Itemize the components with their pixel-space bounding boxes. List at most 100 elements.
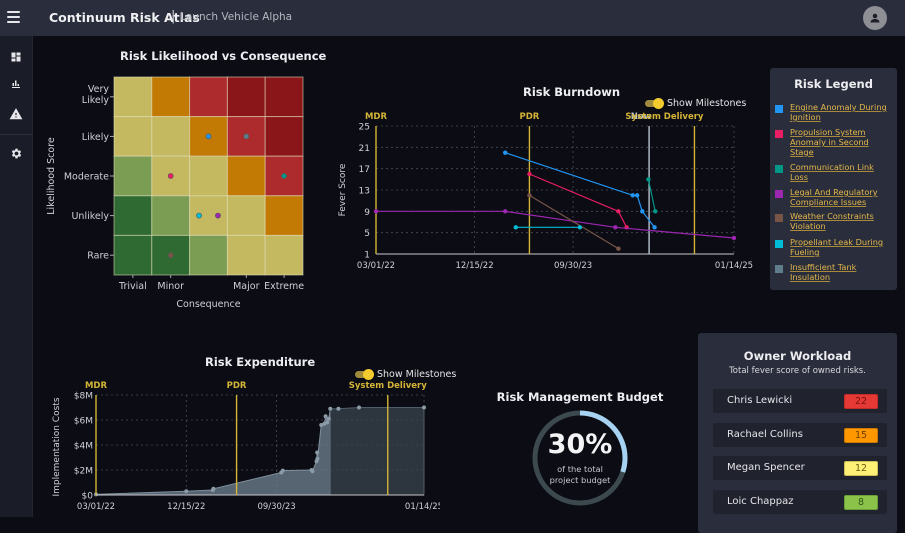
series-point <box>616 209 621 214</box>
heatmap-cell <box>264 234 304 276</box>
owner-score-badge: 12 <box>844 461 878 476</box>
heatmap-cell <box>113 234 153 276</box>
heatmap-point <box>167 173 174 179</box>
owner-row[interactable]: Loic Chappaz 8 <box>713 490 887 514</box>
budget-percent: 30% <box>547 429 613 460</box>
legend-item[interactable]: Legal And Regulatory Compliance Issues <box>775 187 893 207</box>
sidebar-item-charts[interactable] <box>6 74 26 94</box>
legend-label[interactable]: Insufficient Tank Insulation <box>790 262 893 282</box>
sidebar-item-dashboard[interactable] <box>6 47 26 67</box>
series-point <box>652 225 657 230</box>
legend-item[interactable]: Insufficient Tank Insulation <box>775 262 893 282</box>
x-tick-label: 09/30/23 <box>257 502 295 512</box>
legend-swatch <box>775 105 783 113</box>
y-tick-label: 17 <box>359 165 370 175</box>
sidebar-item-risks[interactable] <box>6 104 26 124</box>
legend-item[interactable]: Engine Anomaly During Ignition <box>775 102 893 122</box>
budget-subtitle: of the total project budget <box>530 464 630 486</box>
owner-row[interactable]: Megan Spencer 12 <box>713 456 887 480</box>
legend-label[interactable]: Propulsion System Anomaly in Second Stag… <box>790 127 893 157</box>
budget-sub-line1: of the total <box>557 464 603 474</box>
series-point <box>630 193 635 198</box>
heatmap-cell <box>113 76 153 118</box>
legend-swatch <box>775 130 783 138</box>
sidebar-item-settings[interactable] <box>6 143 26 163</box>
owner-row[interactable]: Chris Lewicki 22 <box>713 389 887 413</box>
owner-score-badge: 22 <box>844 394 878 409</box>
person-icon <box>870 13 880 23</box>
x-tick-label: 09/30/23 <box>554 261 592 271</box>
owner-row[interactable]: Rachael Collins 15 <box>713 423 887 447</box>
legend-item[interactable]: Propellant Leak During Fueling <box>775 237 893 257</box>
heatmap-point <box>167 252 174 259</box>
x-tick-label: 01/14/25 <box>715 261 753 271</box>
series-point <box>513 225 518 230</box>
burndown-title: Risk Burndown <box>523 85 621 99</box>
legend-label[interactable]: Weather Constraints Violation <box>790 211 893 231</box>
x-tick-label: 03/01/22 <box>357 261 395 271</box>
legend-swatch <box>775 240 783 248</box>
x-tick-label: Trivial <box>118 281 147 292</box>
heatmap-cell <box>113 195 153 236</box>
y-tick-label: Unlikely <box>71 211 109 222</box>
legend-label[interactable]: Engine Anomaly During Ignition <box>790 102 893 122</box>
legend-label[interactable]: Propellant Leak During Fueling <box>790 237 893 257</box>
toggle-track[interactable] <box>355 369 374 380</box>
project-name: Launch Vehicle Alpha <box>180 11 293 23</box>
data-point <box>211 486 216 491</box>
heatmap-cell <box>264 76 304 118</box>
y-tick-label: $4M <box>74 442 93 452</box>
owner-workload-panel: Owner Workload Total fever score of owne… <box>698 333 897 533</box>
projected-area <box>329 407 425 496</box>
heatmap-cell <box>226 195 266 236</box>
milestone-label: PDR <box>227 381 247 391</box>
heatmap-point <box>205 133 212 140</box>
series-point <box>613 225 618 230</box>
heatmap-title: Risk Likelihood vs Consequence <box>120 49 327 63</box>
data-point <box>357 405 362 410</box>
milestone-label: PDR <box>520 112 540 122</box>
x-tick-label: Extreme <box>264 281 304 292</box>
y-tick-label: Very <box>88 84 110 95</box>
x-tick-label: Minor <box>157 281 184 292</box>
legend-label[interactable]: Legal And Regulatory Compliance Issues <box>790 187 893 207</box>
actual-area <box>95 408 331 496</box>
likelihood-consequence-heatmap: RareUnlikelyModerateLikelyVeryLikelyTriv… <box>46 76 304 310</box>
menu-icon[interactable] <box>7 11 20 23</box>
series-line <box>529 173 628 228</box>
heatmap-cell <box>226 155 266 197</box>
y-tick-label: Likely <box>82 132 110 143</box>
y-tick-label: 1 <box>364 251 370 261</box>
expenditure-title: Risk Expenditure <box>205 355 316 369</box>
data-point <box>315 450 320 455</box>
legend-item[interactable]: Communication Link Loss <box>775 162 893 182</box>
legend-label[interactable]: Communication Link Loss <box>790 162 893 182</box>
user-avatar-button[interactable] <box>863 6 887 30</box>
series-line <box>376 210 735 239</box>
sidebar-divider <box>0 134 33 135</box>
data-point <box>280 468 285 473</box>
y-tick-label: 13 <box>359 187 370 197</box>
data-point <box>326 416 331 421</box>
y-tick-label: Likely <box>82 95 110 106</box>
legend-title: Risk Legend <box>794 77 873 91</box>
legend-item[interactable]: Weather Constraints Violation <box>775 211 893 231</box>
series-point <box>640 209 645 214</box>
y-tick-label: Moderate <box>64 172 109 183</box>
heatmap-cell <box>189 234 228 276</box>
series-point <box>616 246 621 251</box>
legend-item[interactable]: Propulsion System Anomaly in Second Stag… <box>775 127 893 157</box>
gear-icon <box>11 148 21 158</box>
heatmap-cell <box>264 195 304 236</box>
bar-chart-icon <box>12 80 20 88</box>
heatmap-point <box>281 173 287 179</box>
y-tick-label: 5 <box>364 229 370 239</box>
data-point <box>310 469 315 474</box>
series-point <box>653 209 658 214</box>
series-point <box>503 150 508 155</box>
toggle-track[interactable] <box>645 98 664 109</box>
y-axis-label: Fever Score <box>338 163 348 216</box>
heatmap-point <box>196 212 202 219</box>
sidebar <box>0 36 33 517</box>
x-tick-label: 01/14/25 <box>405 502 440 512</box>
